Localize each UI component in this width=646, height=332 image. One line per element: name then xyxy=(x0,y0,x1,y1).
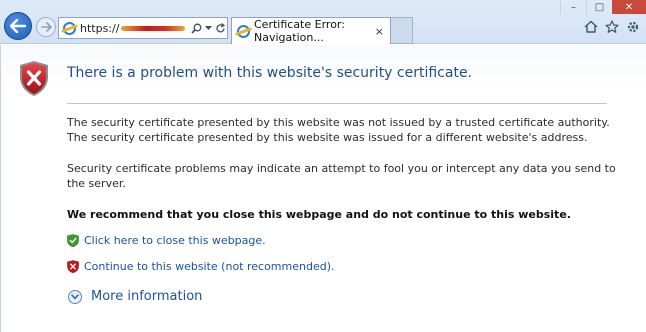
tab-close-button[interactable]: × xyxy=(375,25,384,38)
ie-logo-icon xyxy=(237,24,250,38)
continue-to-website-link[interactable]: Continue to this website (not recommende… xyxy=(67,260,335,273)
close-webpage-link[interactable]: Click here to close this webpage. xyxy=(67,234,266,247)
refresh-icon[interactable] xyxy=(215,22,226,34)
search-icon[interactable] xyxy=(191,23,202,34)
more-information-label[interactable]: More information xyxy=(91,289,202,304)
toolbar-icons xyxy=(584,20,640,34)
close-webpage-link-text[interactable]: Click here to close this webpage. xyxy=(84,234,266,247)
detail-line-mismatch: The security certificate presented by th… xyxy=(67,131,588,144)
expand-chevron-icon xyxy=(68,289,82,304)
window-controls: – □ ✕ xyxy=(560,0,646,14)
tab-title: Certificate Error: Navigation... xyxy=(254,18,345,44)
more-information-toggle[interactable]: More information xyxy=(68,289,202,304)
red-shield-icon xyxy=(67,260,79,273)
address-url: https:// xyxy=(80,21,120,35)
back-arrow-icon xyxy=(10,19,26,33)
redacted-url-mark xyxy=(121,25,186,31)
forward-button[interactable] xyxy=(36,17,56,37)
minimize-button[interactable]: – xyxy=(560,0,586,14)
home-icon[interactable] xyxy=(584,20,598,33)
title-divider xyxy=(67,103,607,104)
page-content: There is a problem with this website's s… xyxy=(0,45,646,332)
dropdown-icon[interactable] xyxy=(205,25,213,31)
close-window-button[interactable]: ✕ xyxy=(612,0,646,14)
green-shield-icon xyxy=(67,234,79,247)
recommendation-text: We recommend that you close this webpage… xyxy=(67,208,571,221)
continue-link-text[interactable]: Continue to this website (not recommende… xyxy=(84,260,335,273)
address-bar-actions xyxy=(191,22,230,34)
favorites-star-icon[interactable] xyxy=(605,20,619,33)
maximize-button[interactable]: □ xyxy=(586,0,612,14)
detail-line-untrusted: The security certificate presented by th… xyxy=(67,116,610,129)
forward-arrow-icon xyxy=(40,22,52,32)
ie-logo-icon xyxy=(63,21,76,35)
page-title: There is a problem with this website's s… xyxy=(67,65,473,81)
red-shield-error-icon xyxy=(20,61,48,96)
tools-gear-icon[interactable] xyxy=(626,20,640,34)
browser-chrome: – □ ✕ https:// Certificate Error: Naviga… xyxy=(0,0,646,44)
tab-certificate-error[interactable]: Certificate Error: Navigation... × xyxy=(231,17,391,44)
certificate-details: The security certificate presented by th… xyxy=(67,115,627,145)
warning-paragraph: Security certificate problems may indica… xyxy=(67,162,616,190)
address-bar[interactable]: https:// xyxy=(58,17,228,39)
new-tab-button[interactable] xyxy=(391,17,413,44)
back-button[interactable] xyxy=(4,12,32,40)
